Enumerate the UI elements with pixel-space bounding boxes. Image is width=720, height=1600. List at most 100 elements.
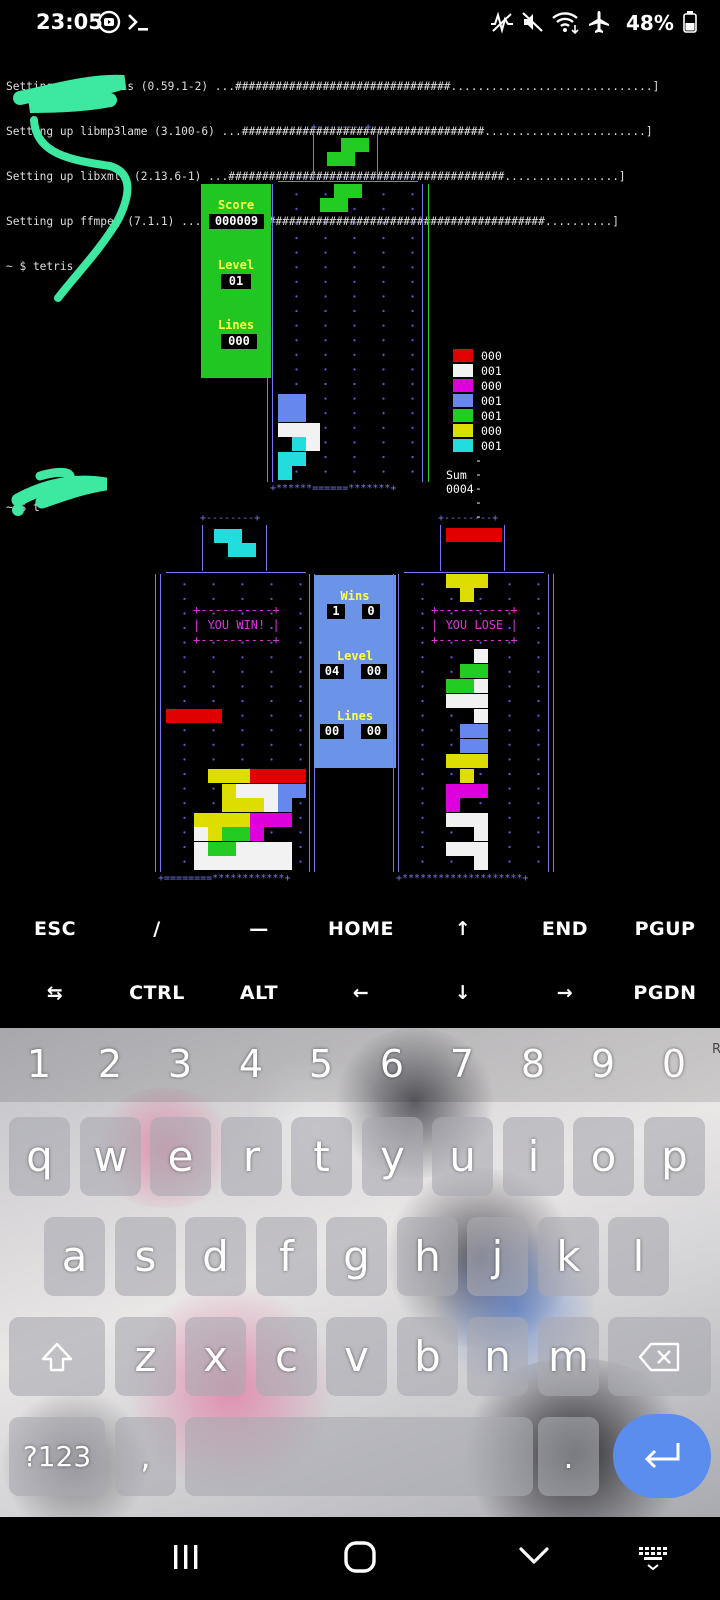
stacked-block bbox=[278, 394, 292, 408]
key-q[interactable]: q bbox=[9, 1117, 70, 1196]
key-c[interactable]: c bbox=[256, 1317, 317, 1396]
key-e[interactable]: e bbox=[150, 1117, 211, 1196]
stacked-block bbox=[446, 694, 460, 708]
key-4[interactable]: 4 bbox=[223, 1042, 279, 1086]
stat-swatch bbox=[453, 364, 473, 377]
lines-label: Lines bbox=[336, 709, 374, 723]
key-f[interactable]: f bbox=[256, 1217, 317, 1296]
key-a[interactable]: a bbox=[44, 1217, 105, 1296]
lose-message: | YOU LOSE | bbox=[431, 618, 518, 632]
symbols-key[interactable]: ?123 bbox=[9, 1417, 105, 1496]
key-3[interactable]: 3 bbox=[152, 1042, 208, 1086]
key-h[interactable]: h bbox=[397, 1217, 458, 1296]
key-y[interactable]: y bbox=[362, 1117, 423, 1196]
key-j[interactable]: j bbox=[467, 1217, 528, 1296]
alt-key[interactable]: ALT bbox=[208, 963, 310, 1023]
ctrl-key[interactable]: CTRL bbox=[106, 963, 208, 1023]
stacked-block bbox=[306, 437, 320, 451]
stacked-block bbox=[446, 842, 460, 856]
key-1[interactable]: 1 bbox=[11, 1042, 67, 1086]
key-b[interactable]: b bbox=[397, 1317, 458, 1396]
stacked-block bbox=[208, 813, 222, 827]
keyboard-hide-icon[interactable] bbox=[636, 1539, 670, 1579]
key-t[interactable]: t bbox=[291, 1117, 352, 1196]
stacked-block bbox=[460, 842, 474, 856]
key-m[interactable]: m bbox=[538, 1317, 599, 1396]
end-key[interactable]: END bbox=[514, 899, 616, 959]
stacked-block bbox=[474, 754, 488, 768]
well-border bbox=[278, 181, 418, 182]
stacked-block bbox=[236, 769, 250, 783]
well-border bbox=[393, 574, 394, 872]
slash-key[interactable]: / bbox=[106, 899, 208, 959]
key-8[interactable]: 8 bbox=[505, 1042, 561, 1086]
comma-key[interactable]: , bbox=[115, 1417, 176, 1496]
preview-edge: +--------+ bbox=[438, 513, 499, 524]
period-key[interactable]: . bbox=[538, 1417, 599, 1496]
esc-key[interactable]: ESC bbox=[4, 899, 106, 959]
key-n[interactable]: n bbox=[467, 1317, 528, 1396]
key-9[interactable]: 9 bbox=[575, 1042, 631, 1086]
key-z[interactable]: z bbox=[115, 1317, 176, 1396]
down-arrow-key[interactable]: ↓ bbox=[412, 963, 514, 1023]
stat-swatch bbox=[453, 394, 473, 407]
lines-left: 00 bbox=[320, 724, 344, 739]
stacked-block bbox=[278, 813, 292, 827]
recents-icon[interactable] bbox=[168, 1539, 204, 1579]
key-0[interactable]: 0 bbox=[646, 1042, 702, 1086]
key-o[interactable]: o bbox=[573, 1117, 634, 1196]
stacked-block bbox=[264, 842, 278, 856]
stacked-block bbox=[278, 798, 292, 812]
key-r[interactable]: r bbox=[221, 1117, 282, 1196]
home-icon[interactable] bbox=[342, 1539, 378, 1579]
score-panel: Score 000009 Level 01 Lines 000 bbox=[201, 184, 271, 378]
stacked-block bbox=[474, 709, 488, 723]
key-k[interactable]: k bbox=[538, 1217, 599, 1296]
stacked-block bbox=[460, 664, 474, 678]
stacked-block bbox=[474, 784, 488, 798]
preview-block bbox=[446, 528, 502, 542]
key-6[interactable]: 6 bbox=[364, 1042, 420, 1086]
enter-key[interactable] bbox=[613, 1414, 711, 1498]
key-w[interactable]: w bbox=[80, 1117, 141, 1196]
stacked-block bbox=[222, 769, 236, 783]
key-7[interactable]: 7 bbox=[434, 1042, 490, 1086]
home-key[interactable]: HOME bbox=[310, 899, 412, 959]
key-v[interactable]: v bbox=[326, 1317, 387, 1396]
shift-key[interactable] bbox=[9, 1317, 105, 1396]
stacked-block bbox=[292, 784, 306, 798]
left-arrow-key[interactable]: ← bbox=[310, 963, 412, 1023]
key-i[interactable]: i bbox=[503, 1117, 564, 1196]
stacked-block bbox=[474, 649, 488, 663]
key-u[interactable]: u bbox=[432, 1117, 493, 1196]
stacked-block bbox=[446, 574, 460, 588]
stacked-block bbox=[250, 856, 264, 870]
space-bar[interactable] bbox=[185, 1417, 533, 1496]
falling-block bbox=[334, 198, 348, 212]
stacked-block bbox=[460, 739, 474, 753]
tab-key[interactable]: ⇆ bbox=[4, 963, 106, 1023]
backspace-key[interactable] bbox=[608, 1317, 711, 1396]
back-icon[interactable] bbox=[516, 1539, 552, 1579]
key-s[interactable]: s bbox=[115, 1217, 176, 1296]
key-g[interactable]: g bbox=[326, 1217, 387, 1296]
key-l[interactable]: l bbox=[608, 1217, 669, 1296]
key-2[interactable]: 2 bbox=[82, 1042, 138, 1086]
stat-count: 000 bbox=[481, 424, 502, 438]
well-border bbox=[422, 184, 423, 482]
preview-block bbox=[341, 138, 355, 152]
stacked-block bbox=[292, 452, 306, 466]
stat-swatch bbox=[453, 349, 473, 362]
backspace-icon bbox=[638, 1342, 679, 1371]
pgup-key[interactable]: PGUP bbox=[614, 899, 716, 959]
pgdn-key[interactable]: PGDN bbox=[614, 963, 716, 1023]
key-d[interactable]: d bbox=[185, 1217, 246, 1296]
right-arrow-key[interactable]: → bbox=[514, 963, 616, 1023]
key-5[interactable]: 5 bbox=[293, 1042, 349, 1086]
well-border bbox=[504, 525, 505, 571]
dash-key[interactable]: — bbox=[208, 899, 310, 959]
key-x[interactable]: x bbox=[185, 1317, 246, 1396]
up-arrow-key[interactable]: ↑ bbox=[412, 899, 514, 959]
key-p[interactable]: p bbox=[644, 1117, 705, 1196]
stat-swatch bbox=[453, 439, 473, 452]
